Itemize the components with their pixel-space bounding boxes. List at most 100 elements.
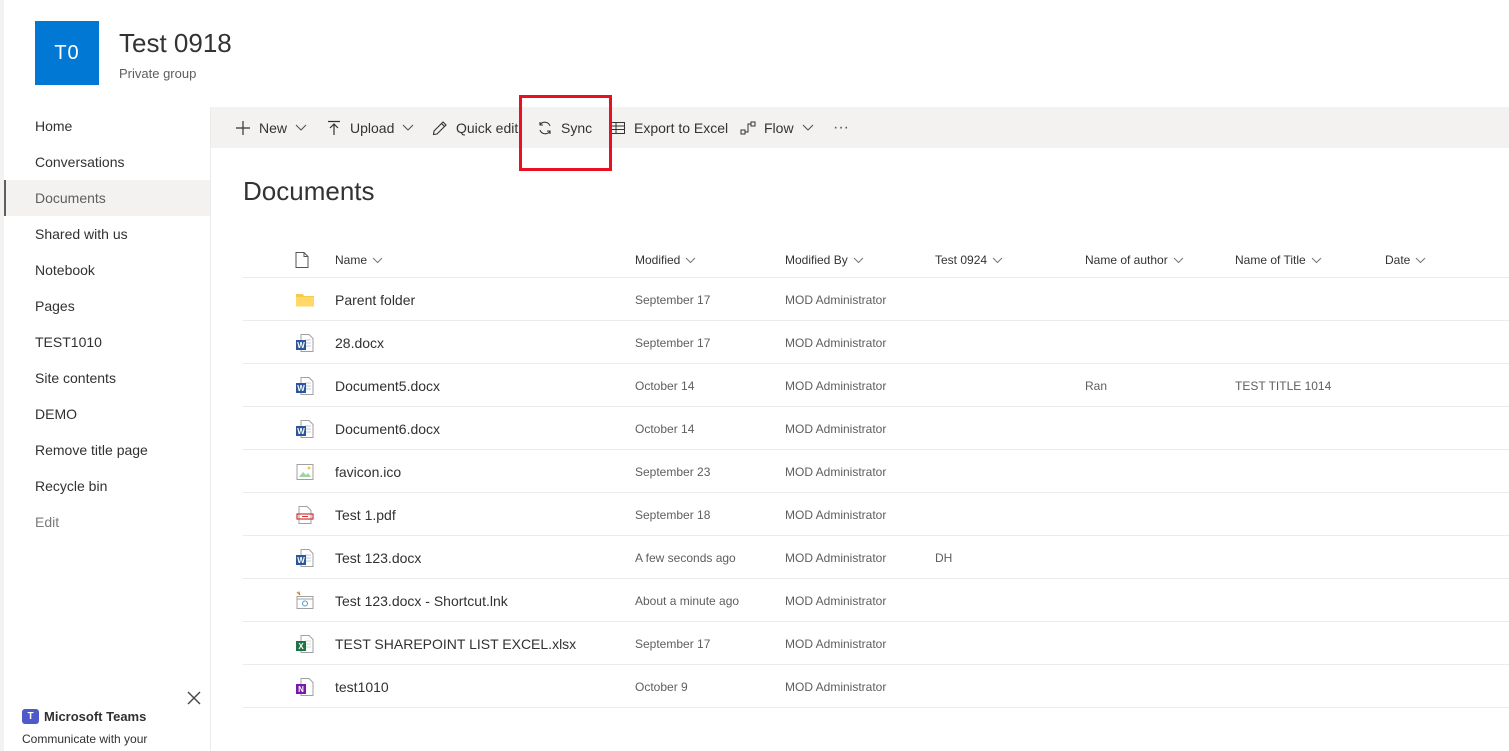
close-icon[interactable] [186,691,202,707]
column-header-label: Modified By [785,253,848,267]
more-options-button[interactable]: ··· [833,107,849,148]
site-title[interactable]: Test 0918 [119,28,232,59]
modified-cell: About a minute ago [635,593,740,608]
test-0924-cell: DH [935,550,953,565]
table-row[interactable]: Test 123.docx - Shortcut.lnk About a minu… [243,579,1509,622]
chevron-down-icon [802,122,814,134]
column-header-date[interactable]: Date [1385,253,1426,267]
chevron-down-icon [686,257,696,263]
nav-item-home[interactable]: Home [4,108,210,144]
new-button[interactable]: New [235,107,307,148]
word-icon[interactable]: W [295,419,315,439]
nav-item-remove-title-page[interactable]: Remove title page [4,432,210,468]
table-row[interactable]: W Document6.docx October 14 MOD Administrat… [243,407,1509,450]
site-logo[interactable]: T0 [35,21,99,85]
chevron-down-icon [372,257,383,263]
column-header-label: Name of author [1085,253,1168,267]
site-header: T0 Test 0918 Private group [4,0,1509,107]
svg-text:N: N [298,685,304,694]
svg-text:W: W [297,384,305,393]
chevron-down-icon [992,257,1003,263]
teams-title-label: Microsoft Teams [44,709,147,724]
file-name-link[interactable]: Test 123.docx - Shortcut.lnk [335,579,508,622]
export-to-excel-button[interactable]: Export to Excel [610,107,728,148]
svg-text:W: W [297,556,305,565]
link-icon[interactable] [295,591,315,611]
file-name-link[interactable]: test1010 [335,665,389,708]
quick-edit-button[interactable]: Quick edit [432,107,518,148]
modified-by-cell: MOD Administrator [785,550,887,565]
chevron-down-icon [402,122,414,134]
nav-item-recycle-bin[interactable]: Recycle bin [4,468,210,504]
file-name-link[interactable]: 28.docx [335,321,384,364]
table-row[interactable]: W 28.docx September 17 MOD Administrator [243,321,1509,364]
nav-item-test1010[interactable]: TEST1010 [4,324,210,360]
file-name-link[interactable]: Test 1.pdf [335,493,396,536]
nav-item-notebook[interactable]: Notebook [4,252,210,288]
nav-item-documents[interactable]: Documents [4,180,210,216]
teams-title[interactable]: T Microsoft Teams [22,709,146,724]
modified-cell: October 14 [635,421,695,436]
file-name-link[interactable]: Parent folder [335,278,415,321]
modified-cell: September 17 [635,636,711,651]
nav-item-edit[interactable]: Edit [4,504,210,540]
chevron-down-icon [295,122,307,134]
image-icon[interactable] [295,462,315,482]
excel-icon[interactable]: X [295,634,315,654]
command-bar: New Upload Quick edit Sync Export to Exc… [211,107,1509,148]
chevron-down-icon [853,257,864,263]
table-row[interactable]: W Document5.docx October 14 MOD Administrat… [243,364,1509,407]
column-header-label: Name [335,253,368,267]
file-name-link[interactable]: Test 123.docx [335,536,421,579]
modified-cell: September 17 [635,292,711,307]
column-header-name-of-author[interactable]: Name of author [1085,253,1184,267]
column-header-label: Name of Title [1235,253,1306,267]
folder-icon[interactable] [295,290,315,310]
word-icon[interactable]: W [295,548,315,568]
site-subtitle: Private group [119,66,197,81]
word-icon[interactable]: W [295,376,315,396]
nav-item-shared-with-us[interactable]: Shared with us [4,216,210,252]
file-name-link[interactable]: TEST SHAREPOINT LIST EXCEL.xlsx [335,622,576,665]
column-header-modified[interactable]: Modified [635,253,696,267]
table-row[interactable]: Ntest1010 October 9 MOD Administrator [243,665,1509,708]
upload-button[interactable]: Upload [326,107,414,148]
grid-icon [610,120,626,136]
teams-promo-card: T Microsoft Teams Communicate with your [22,691,212,751]
modified-by-cell: MOD Administrator [785,593,887,608]
title-cell: TEST TITLE 1014 [1235,378,1332,393]
left-navigation: Home Conversations Documents Shared with us… [4,107,211,751]
export-label: Export to Excel [634,119,729,136]
svg-text:W: W [297,427,305,436]
flow-icon [740,120,756,136]
onenote-icon[interactable]: N [295,677,315,697]
file-name-link[interactable]: Document6.docx [335,407,440,450]
modified-by-cell: MOD Administrator [785,421,887,436]
table-row[interactable]: Test 1.pdf September 18 MOD Administrator [243,493,1509,536]
pencil-icon [432,120,448,136]
table-row[interactable]: W Test 123.docx A few seconds ago MOD Admin… [243,536,1509,579]
nav-item-site-contents[interactable]: Site contents [4,360,210,396]
pdf-icon[interactable] [295,505,315,525]
column-header-name-of-title[interactable]: Name of Title [1235,253,1322,267]
column-header-label: Modified [635,253,681,267]
column-header-test-0924[interactable]: Test 0924 [935,253,1003,267]
modified-by-cell: MOD Administrator [785,636,887,651]
word-icon[interactable]: W [295,333,315,353]
flow-button[interactable]: Flow [740,107,814,148]
table-row[interactable]: Parent folder September 17 MOD Administrat… [243,278,1509,321]
modified-cell: A few seconds ago [635,550,736,565]
column-header-name[interactable]: Name [335,253,383,267]
file-name-link[interactable]: favicon.ico [335,450,401,493]
table-row[interactable]: favicon.ico September 23 MOD Administrator [243,450,1509,493]
file-type-column-icon[interactable] [295,252,309,268]
teams-description: Communicate with your [22,732,148,746]
file-name-link[interactable]: Document5.docx [335,364,440,407]
table-row[interactable]: X TEST SHAREPOINT LIST EXCEL.xlsx Septembe… [243,622,1509,665]
modified-by-cell: MOD Administrator [785,464,887,479]
nav-item-pages[interactable]: Pages [4,288,210,324]
nav-item-demo[interactable]: DEMO [4,396,210,432]
upload-label: Upload [350,119,395,136]
nav-item-conversations[interactable]: Conversations [4,144,210,180]
column-header-modified-by[interactable]: Modified By [785,253,864,267]
